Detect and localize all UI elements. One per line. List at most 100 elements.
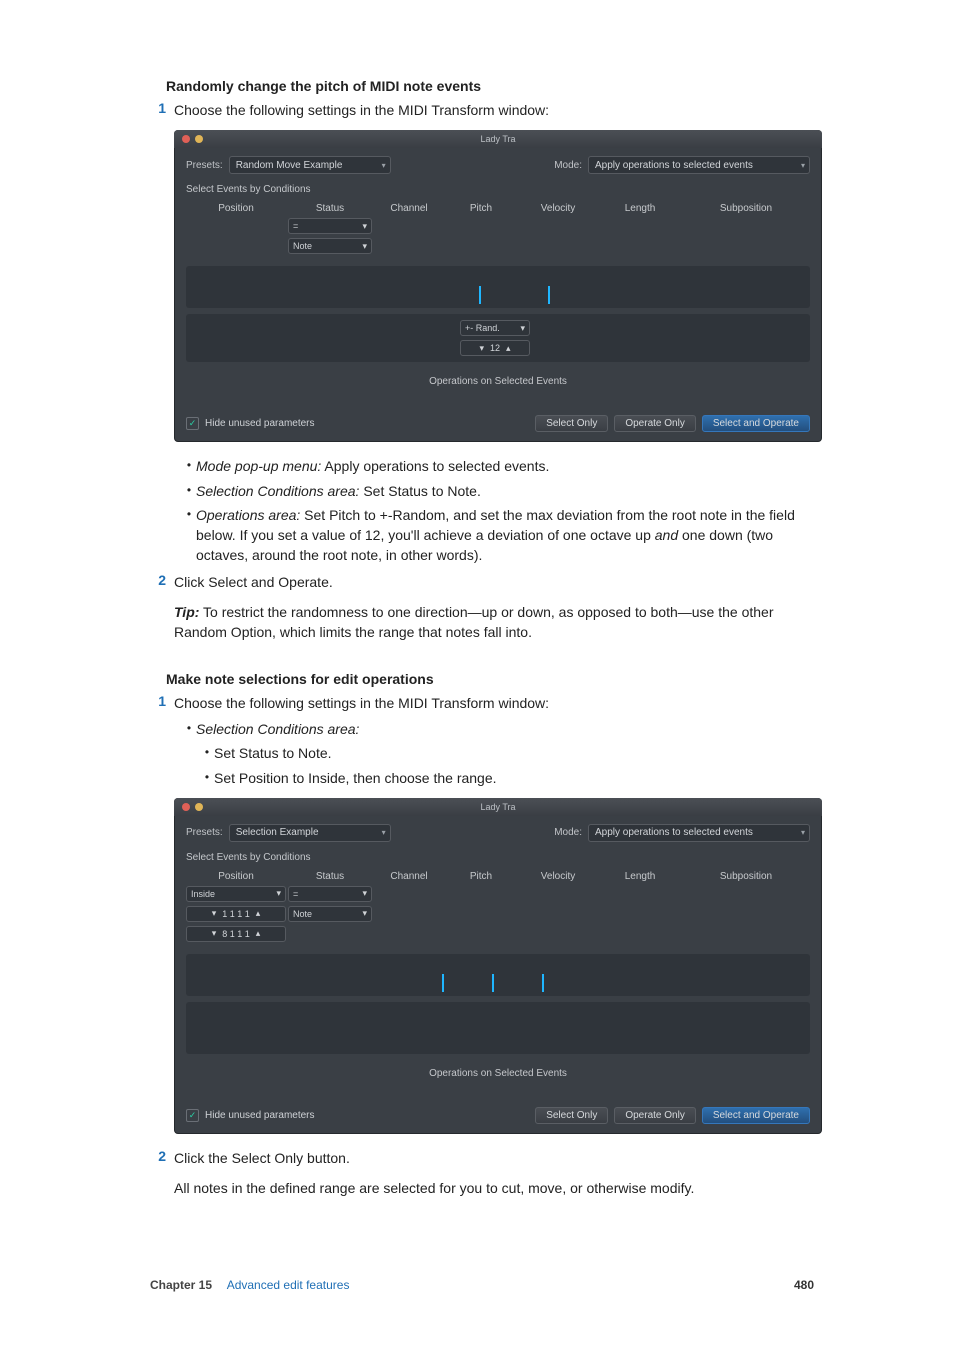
operations-title: Operations on Selected Events [174,1054,822,1101]
col-position: Position [186,201,286,216]
page-number: 480 [794,1278,814,1292]
page-footer: Chapter 15 Advanced edit features 480 [150,1278,814,1292]
sub-bullet-text: Set Status to Note. [214,743,814,763]
position-from-field[interactable]: ▾1 1 1 1▴ [186,906,286,922]
transform-window-screenshot-2: Lady Tra Presets: Selection Example ▾ Mod… [174,798,822,1134]
col-subposition: Subposition [682,869,810,884]
bullet-rest: Set Status to Note. [359,483,480,499]
select-events-label: Select Events by Conditions [174,180,822,201]
bullet-item: • Operations area: Set Pitch to +-Random… [182,505,814,566]
status-value-dropdown[interactable]: Note▾ [288,906,372,922]
presets-label: Presets: [186,827,223,838]
bullet-item: • Selection Conditions area: [182,719,814,739]
sub-bullet-item: • Set Status to Note. [200,743,814,763]
select-and-operate-button[interactable]: Select and Operate [702,1107,810,1124]
hide-unused-checkbox[interactable]: ✓ Hide unused parameters [186,417,315,430]
pitch-value-field[interactable]: ▾12▴ [460,340,530,356]
position-op-dropdown[interactable]: Inside▾ [186,886,286,902]
transform-window-screenshot-1: Lady Tra Presets: Random Move Example ▾ M… [174,130,822,442]
bullet-rest: Apply operations to selected events. [321,458,549,474]
step-number: 2 [150,572,166,588]
step-row: 1 Choose the following settings in the M… [150,100,814,120]
col-status: Status [288,201,372,216]
hide-unused-label: Hide unused parameters [205,418,315,429]
step-row: 2 Click the Select Only button. [150,1148,814,1168]
sub-bullet-text: Set Position to Inside, then choose the … [214,768,814,788]
chevron-down-icon: ▾ [382,828,386,837]
operations-row [186,1002,810,1054]
presets-value: Random Move Example [236,160,343,171]
col-channel: Channel [374,869,444,884]
section-title: Make note selections for edit operations [166,671,814,687]
conditions-graph [186,954,810,996]
col-channel: Channel [374,201,444,216]
chevron-down-icon: ▾ [382,161,386,170]
col-pitch: Pitch [446,869,516,884]
col-position: Position [186,869,286,884]
section-title: Randomly change the pitch of MIDI note e… [166,78,814,94]
step-text: Choose the following settings in the MID… [174,693,814,713]
window-titlebar: Lady Tra [174,798,822,816]
col-pitch: Pitch [446,201,516,216]
mode-value: Apply operations to selected events [595,827,753,838]
col-length: Length [600,201,680,216]
presets-dropdown[interactable]: Selection Example ▾ [229,824,391,842]
tip-paragraph: Tip: To restrict the randomness to one d… [174,602,814,643]
presets-dropdown[interactable]: Random Move Example ▾ [229,156,391,174]
operations-row: +- Rand.▾ ▾12▴ [186,314,810,362]
hide-unused-label: Hide unused parameters [205,1110,315,1121]
step-row: 2 Click Select and Operate. [150,572,814,592]
step-text: Click Select and Operate. [174,572,814,592]
bullet-lead: Mode pop-up menu: [196,458,321,474]
status-op-dropdown[interactable]: =▾ [288,886,372,902]
step-number: 2 [150,1148,166,1164]
step-text: Choose the following settings in the MID… [174,100,814,120]
tip-label: Tip: [174,604,199,620]
col-velocity: Velocity [518,869,598,884]
bullet-lead: Selection Conditions area: [196,721,359,737]
hide-unused-checkbox[interactable]: ✓ Hide unused parameters [186,1109,315,1122]
checkmark-icon: ✓ [186,417,199,430]
operations-title: Operations on Selected Events [174,362,822,409]
step-text: Click the Select Only button. [174,1148,814,1168]
mode-dropdown[interactable]: Apply operations to selected events ▾ [588,156,810,174]
select-and-operate-button[interactable]: Select and Operate [702,415,810,432]
bullet-lead: Operations area: [196,507,300,523]
position-to-field[interactable]: ▾8 1 1 1▴ [186,926,286,942]
window-title: Lady Tra [174,802,822,812]
presets-label: Presets: [186,160,223,171]
col-length: Length [600,869,680,884]
step-number: 1 [150,693,166,709]
window-titlebar: Lady Tra [174,130,822,148]
step-row: 1 Choose the following settings in the M… [150,693,814,713]
operate-only-button[interactable]: Operate Only [614,415,695,432]
col-velocity: Velocity [518,201,598,216]
presets-value: Selection Example [236,827,319,838]
mode-value: Apply operations to selected events [595,160,753,171]
bullet-item: • Mode pop-up menu: Apply operations to … [182,456,814,476]
mode-label: Mode: [554,827,582,838]
sub-bullet-item: • Set Position to Inside, then choose th… [200,768,814,788]
checkmark-icon: ✓ [186,1109,199,1122]
col-subposition: Subposition [682,201,810,216]
mode-dropdown[interactable]: Apply operations to selected events ▾ [588,824,810,842]
select-only-button[interactable]: Select Only [535,415,608,432]
bullet-item: • Selection Conditions area: Set Status … [182,481,814,501]
pitch-op-dropdown[interactable]: +- Rand.▾ [460,320,530,336]
chapter-label: Chapter 15 [150,1278,212,1292]
paragraph: All notes in the defined range are selec… [174,1178,814,1198]
status-value-dropdown[interactable]: Note▾ [288,238,372,254]
select-events-label: Select Events by Conditions [174,848,822,869]
conditions-graph [186,266,810,308]
chapter-link[interactable]: Advanced edit features [227,1278,350,1292]
select-only-button[interactable]: Select Only [535,1107,608,1124]
chevron-down-icon: ▾ [801,161,805,170]
mode-label: Mode: [554,160,582,171]
tip-body: To restrict the randomness to one direct… [174,604,774,640]
bullet-lead: Selection Conditions area: [196,483,359,499]
step-number: 1 [150,100,166,116]
chevron-down-icon: ▾ [801,828,805,837]
operate-only-button[interactable]: Operate Only [614,1107,695,1124]
col-status: Status [288,869,372,884]
status-op-dropdown[interactable]: =▾ [288,218,372,234]
